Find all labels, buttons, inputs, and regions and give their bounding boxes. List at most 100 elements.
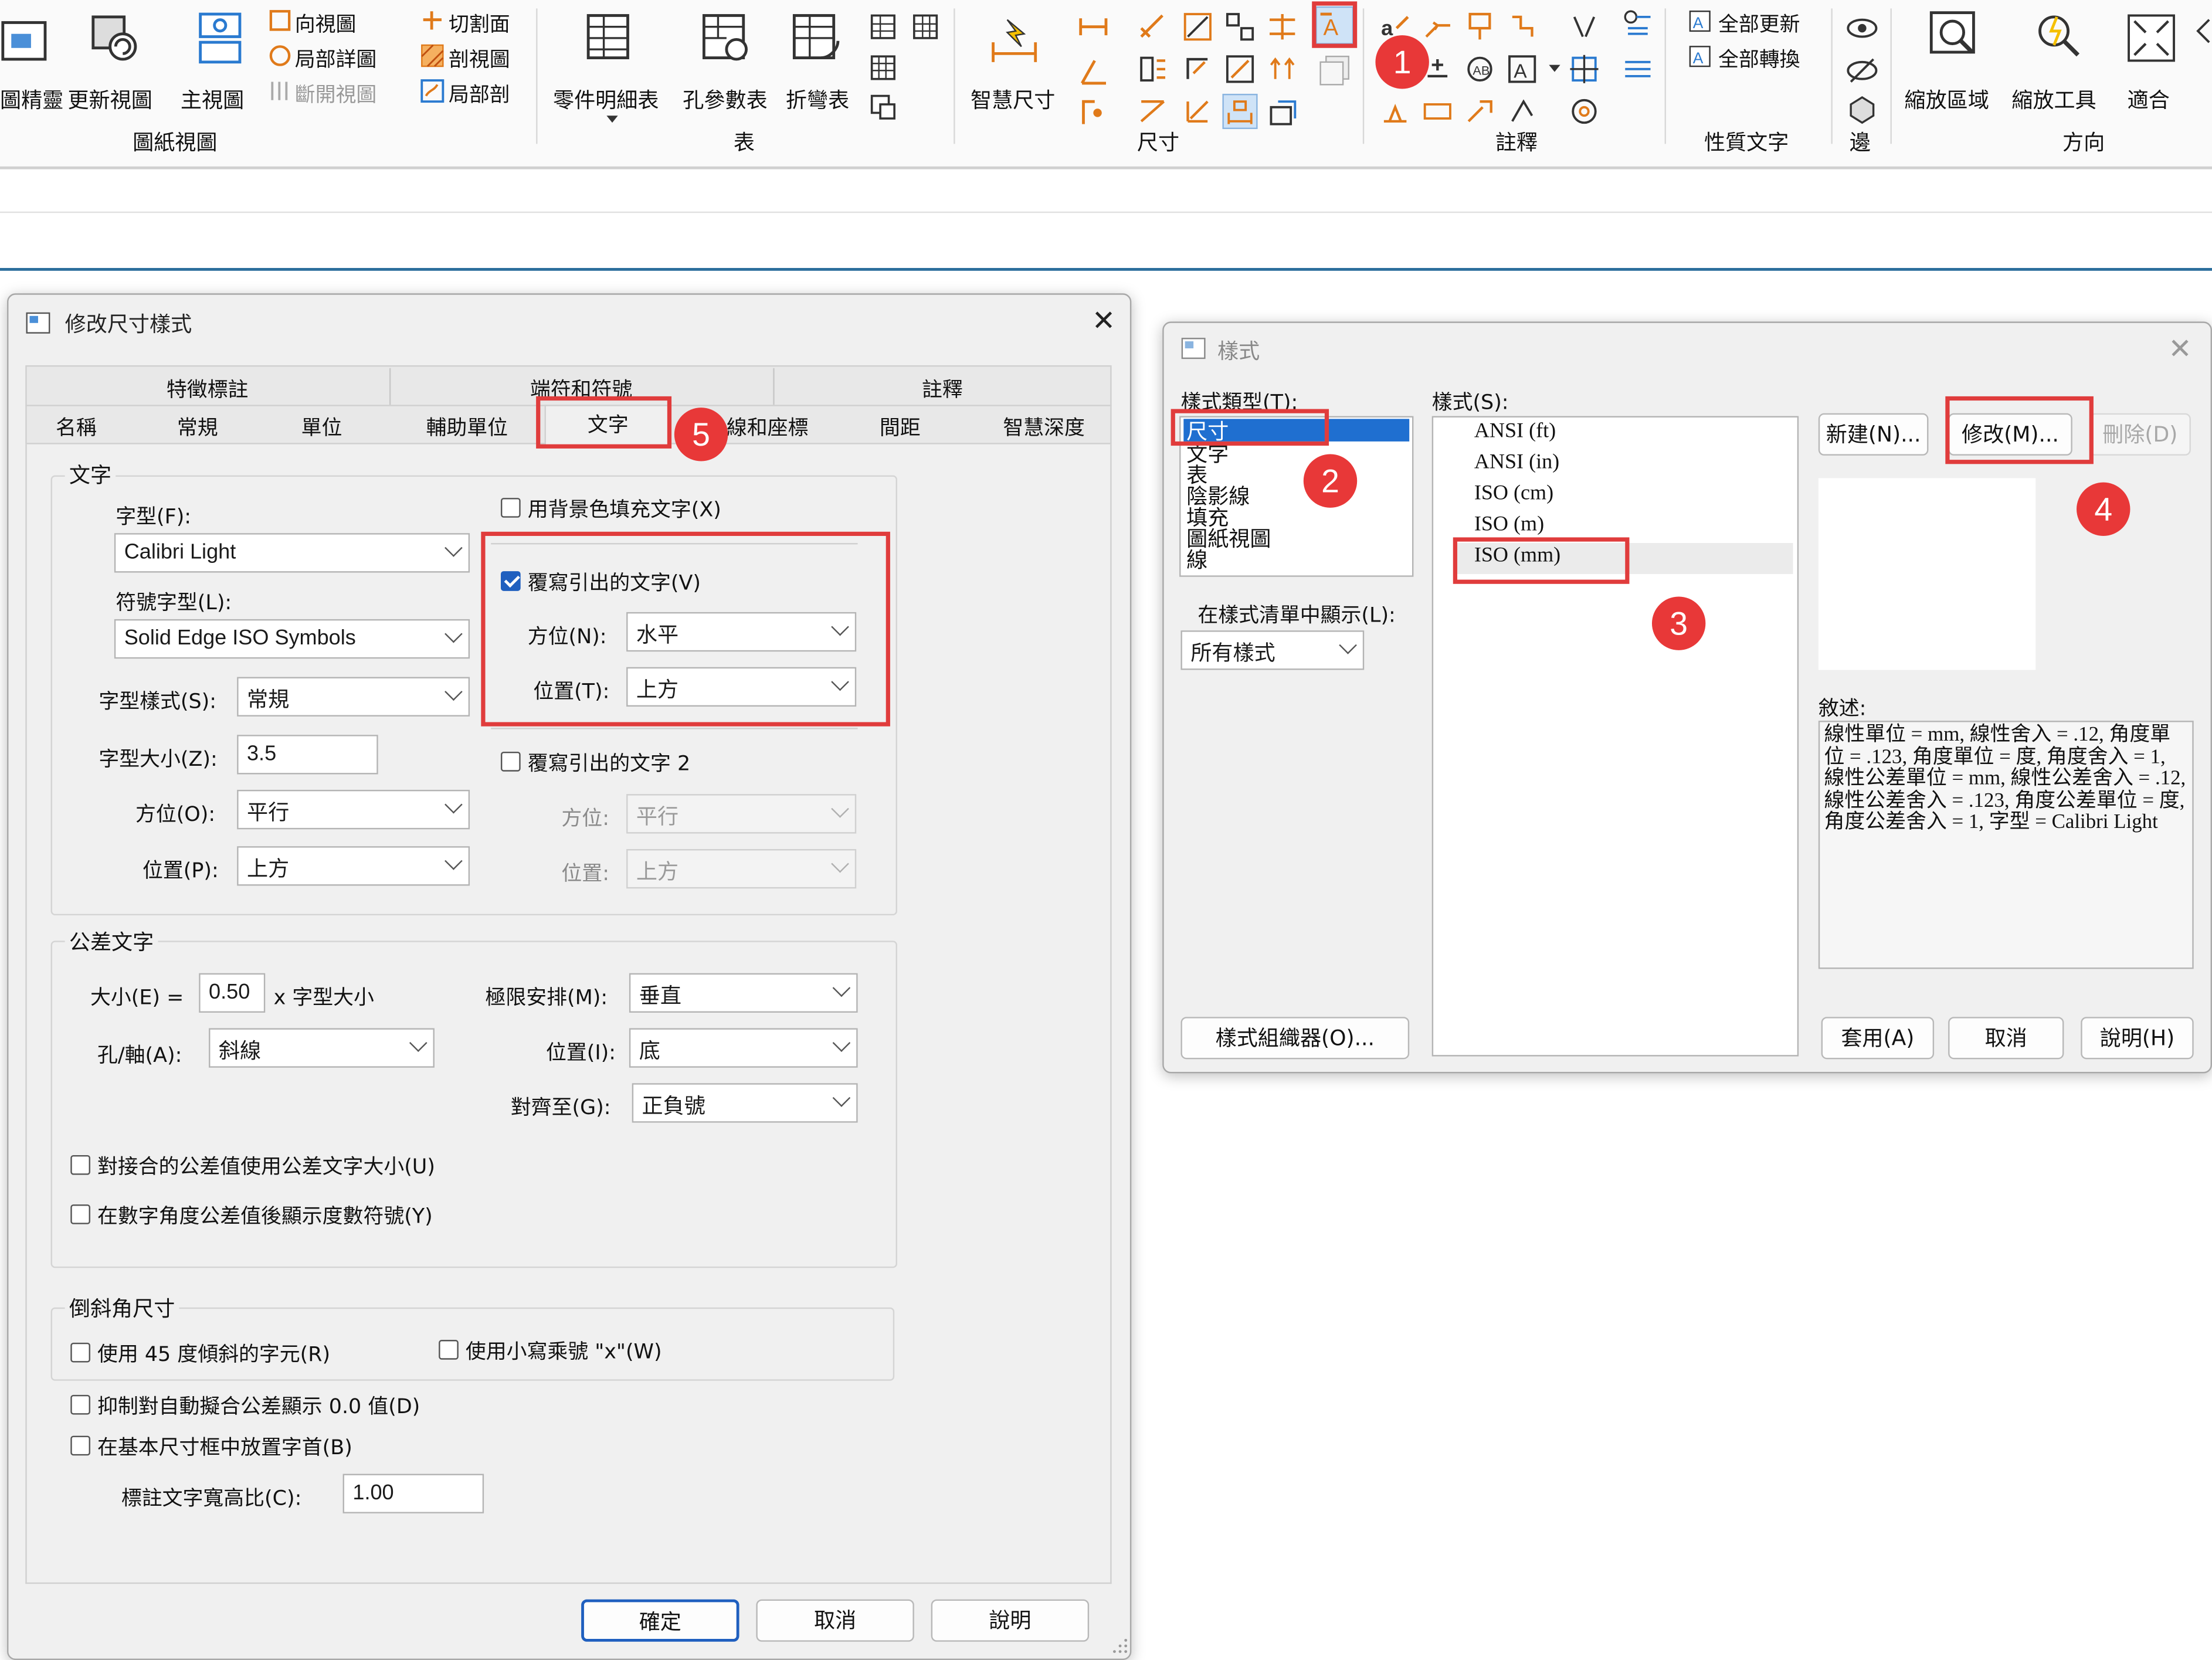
cutting-plane-button[interactable]: 切割面 <box>449 8 510 38</box>
parts-list-button[interactable]: 零件明細表 <box>553 84 659 114</box>
apply-button[interactable]: 套用(A) <box>1821 1017 1935 1060</box>
fit-icon[interactable] <box>2125 11 2178 65</box>
tab-text[interactable]: 文字 <box>545 409 672 439</box>
center-mark-icon[interactable] <box>1569 53 1600 84</box>
parts-list-icon[interactable] <box>584 11 637 65</box>
fill-background-checkbox[interactable] <box>500 498 521 518</box>
tab-smart-depth[interactable]: 智慧深度 <box>976 412 1112 442</box>
balloon-icon[interactable] <box>1464 11 1495 42</box>
dim-icon-c[interactable] <box>1224 11 1256 42</box>
tab-units[interactable]: 單位 <box>268 412 375 442</box>
detail-view-button[interactable]: 局部詳圖 <box>295 44 377 74</box>
tab-spacing[interactable]: 間距 <box>849 412 951 442</box>
dim-icon-a[interactable] <box>1137 11 1168 42</box>
style-item[interactable]: ANSI (ft) <box>1474 420 1556 444</box>
degree-symbol-checkbox[interactable] <box>70 1204 90 1224</box>
show-edges-icon[interactable] <box>1845 11 1879 45</box>
suppress-zero-checkbox[interactable] <box>70 1394 90 1415</box>
annotation-small-icon-2[interactable] <box>1622 53 1653 84</box>
edge-condition-icon[interactable] <box>1507 96 1538 127</box>
style-item[interactable]: ISO (m) <box>1474 514 1544 538</box>
orientation-select[interactable]: 平行 <box>237 789 470 830</box>
ok-button[interactable]: 確定 <box>581 1599 739 1642</box>
connector-icon[interactable] <box>1507 11 1538 42</box>
style-type-item[interactable]: 線 <box>1186 544 1207 574</box>
smart-dimension-icon[interactable] <box>988 11 1041 65</box>
font-size-input[interactable]: 3.5 <box>237 735 378 775</box>
font-style-select[interactable]: 常規 <box>237 677 470 717</box>
zoom-area-button[interactable]: 縮放區域 <box>1905 84 1989 114</box>
principal-view-icon[interactable] <box>195 11 248 65</box>
help-button[interactable]: 說明 <box>931 1599 1090 1642</box>
tab-annotation[interactable]: 註釋 <box>773 374 1111 403</box>
position-select[interactable]: 上方 <box>237 846 470 886</box>
table-small-icon-2[interactable] <box>911 13 939 41</box>
annotation-small-icon-1[interactable] <box>1622 8 1653 39</box>
resize-grip-icon[interactable] <box>1112 1638 1129 1655</box>
centerline-icon[interactable] <box>1569 11 1600 42</box>
angular-dim-icon[interactable] <box>1078 56 1109 87</box>
leader-icon[interactable] <box>1422 11 1453 42</box>
hole-table-icon[interactable] <box>700 11 753 65</box>
dimension-style-icon[interactable]: A <box>1315 6 1354 45</box>
align-to-select[interactable]: 正負號 <box>632 1083 858 1123</box>
new-style-button[interactable]: 新建(N)... <box>1818 413 1929 456</box>
style-item-selected[interactable]: ISO (mm) <box>1474 544 1560 568</box>
dim-icon-f[interactable] <box>1182 53 1213 84</box>
convert-all-button[interactable]: 全部轉換 <box>1718 44 1800 74</box>
override-position-select[interactable]: 上方 <box>626 667 857 707</box>
section-view-button[interactable]: 剖視圖 <box>449 44 510 74</box>
bend-table-icon[interactable] <box>790 11 843 65</box>
cancel-button[interactable]: 取消 <box>756 1599 914 1642</box>
hole-table-button[interactable]: 孔參數表 <box>683 84 767 114</box>
dim-icon-k-active[interactable] <box>1222 93 1258 130</box>
tol-position-select[interactable]: 底 <box>629 1028 858 1068</box>
style-cancel-button[interactable]: 取消 <box>1948 1017 2064 1060</box>
zoom-tool-icon[interactable] <box>2031 8 2085 62</box>
dim-icon-e[interactable] <box>1137 53 1168 84</box>
close-icon[interactable]: ✕ <box>1092 303 1115 337</box>
datum-icon[interactable]: AB <box>1464 53 1495 84</box>
override-leader-text-2-checkbox[interactable] <box>500 752 521 772</box>
auxiliary-view-button[interactable]: 向視圖 <box>295 8 357 38</box>
weld-symbol-icon[interactable] <box>1380 96 1411 127</box>
zoom-area-icon[interactable] <box>1927 8 1980 62</box>
feature-control-icon[interactable] <box>1464 96 1495 127</box>
override-orientation-select[interactable]: 水平 <box>626 612 857 652</box>
update-views-button[interactable]: 更新視圖 <box>67 84 152 114</box>
hole-shaft-select[interactable]: 斜線 <box>209 1028 435 1068</box>
update-views-icon[interactable] <box>87 11 141 65</box>
table-small-icon-3[interactable] <box>869 53 897 82</box>
lowercase-x-checkbox[interactable] <box>439 1340 459 1360</box>
override-leader-text-checkbox[interactable] <box>500 571 521 591</box>
dim-icon-i[interactable] <box>1137 96 1168 127</box>
update-all-button[interactable]: 全部更新 <box>1718 8 1800 38</box>
dim-icon-j[interactable] <box>1182 96 1213 127</box>
style-help-button[interactable]: 說明(H) <box>2081 1017 2194 1060</box>
dim-icon-g[interactable] <box>1224 53 1256 84</box>
aspect-ratio-input[interactable]: 1.00 <box>342 1474 484 1513</box>
basic-prefix-checkbox[interactable] <box>70 1435 90 1456</box>
style-item[interactable]: ISO (cm) <box>1474 483 1553 507</box>
text-dropdown-icon[interactable] <box>1549 65 1560 72</box>
principal-view-button[interactable]: 主視圖 <box>181 84 244 114</box>
tab-name[interactable]: 名稱 <box>25 412 127 442</box>
table-small-icon-1[interactable] <box>869 13 897 41</box>
dim-icon-l[interactable] <box>1267 96 1298 127</box>
surface-texture-icon[interactable] <box>1422 96 1453 127</box>
drawing-wizard-icon[interactable] <box>0 14 53 67</box>
linear-dim-icon[interactable] <box>1078 11 1109 42</box>
show-in-list-select[interactable]: 所有樣式 <box>1180 630 1365 670</box>
bolt-hole-circle-icon[interactable] <box>1569 96 1600 127</box>
hide-edges-icon[interactable] <box>1845 53 1879 87</box>
close-icon[interactable]: ✕ <box>2168 331 2191 365</box>
tol-size-stacked-checkbox[interactable] <box>70 1155 90 1175</box>
pan-icon[interactable] <box>2195 17 2212 45</box>
style-organizer-button[interactable]: 樣式組織器(O)... <box>1180 1017 1410 1060</box>
styles-list[interactable] <box>1431 416 1799 1057</box>
style-item[interactable]: ANSI (in) <box>1474 452 1559 476</box>
dim-icon-d[interactable] <box>1267 11 1298 42</box>
parts-list-dropdown-icon[interactable] <box>606 116 618 123</box>
dim-icon-b[interactable] <box>1182 11 1213 42</box>
table-small-icon-4[interactable] <box>869 93 897 121</box>
